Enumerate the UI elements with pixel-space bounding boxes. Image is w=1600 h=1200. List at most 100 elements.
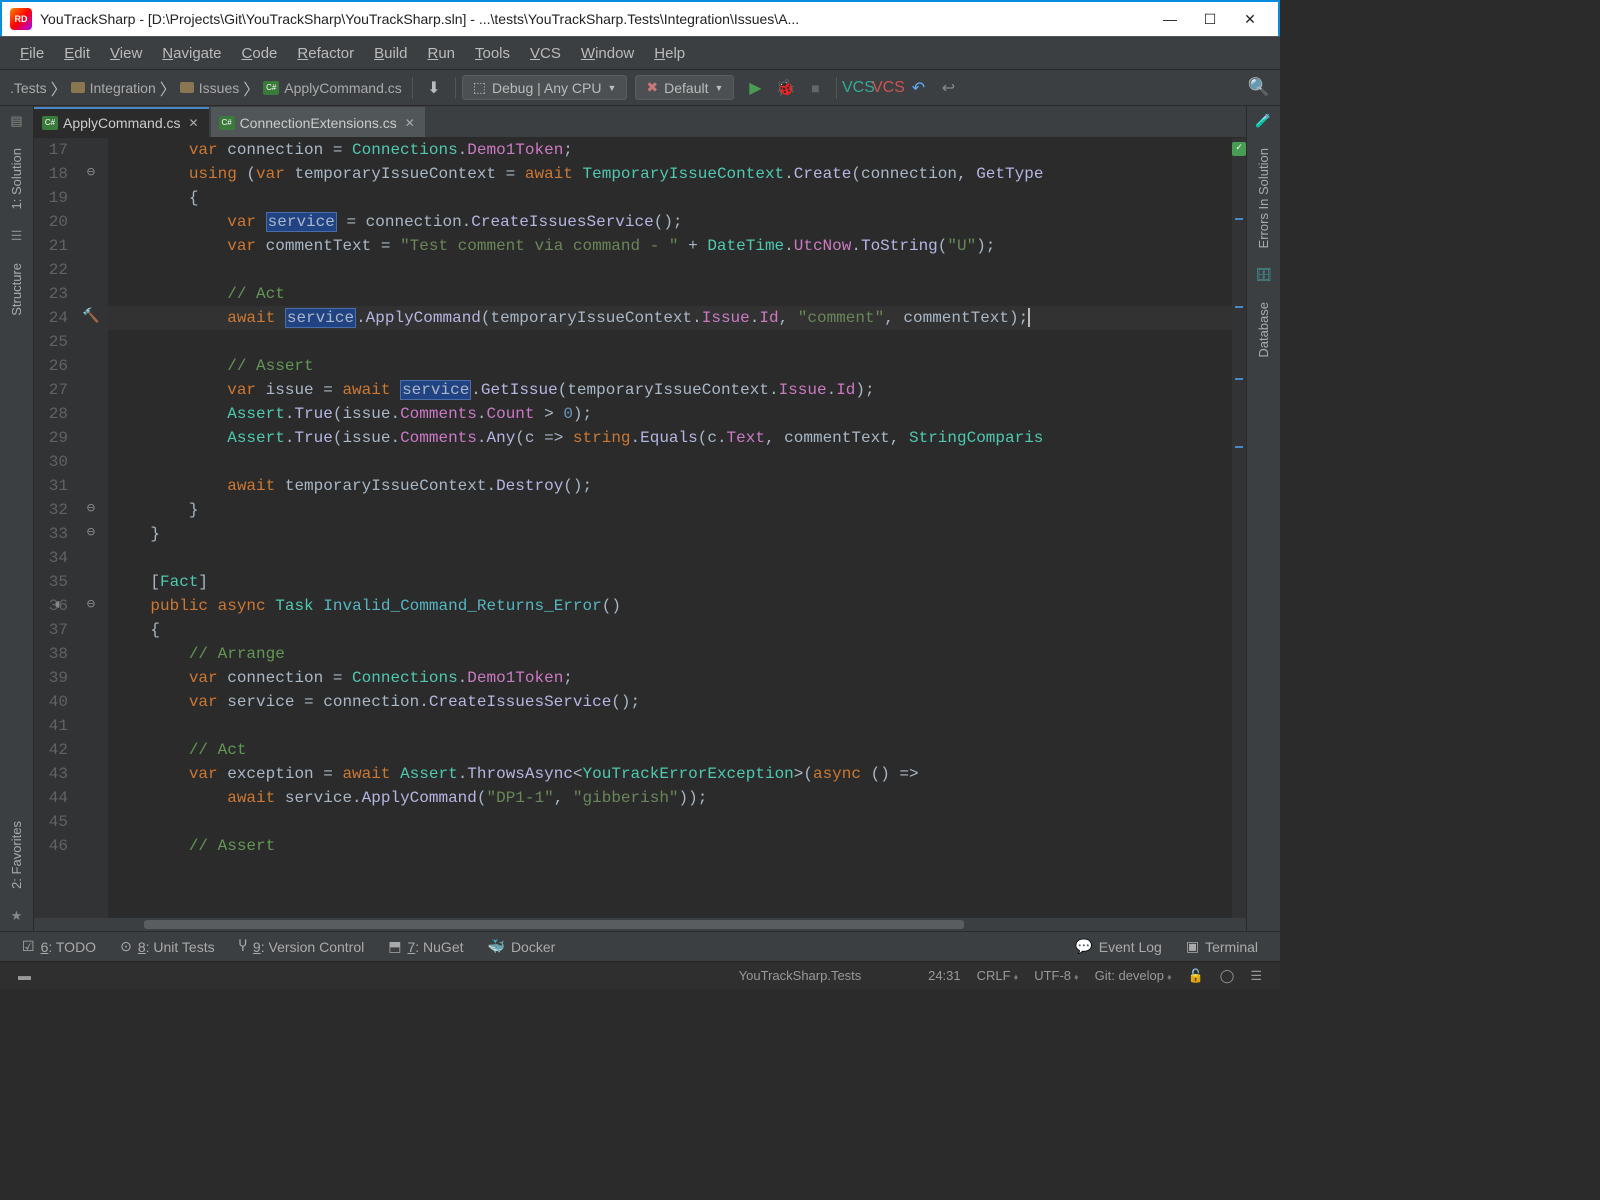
menu-code[interactable]: Code [232, 41, 288, 66]
status-position[interactable]: 24:31 [920, 968, 969, 983]
database-toolwin-icon[interactable]: 🗄 [1255, 266, 1273, 284]
close-tab-icon[interactable]: ✕ [189, 116, 199, 130]
structure-toolwin-icon[interactable]: ☰ [8, 227, 26, 245]
code-line[interactable]: var service = connection.CreateIssuesSer… [108, 690, 1232, 714]
line-number: 35 [34, 570, 68, 594]
horizontal-scrollbar[interactable] [34, 918, 1246, 931]
tool-windows-quick-access-icon[interactable]: ▬ [10, 968, 39, 983]
code-line[interactable]: // Act [108, 282, 1232, 306]
run-config-dropdown[interactable]: ✖Default▼ [635, 75, 734, 100]
toolwin-tab-6--todo[interactable]: ☑6: TODO [10, 938, 108, 955]
toolwin-tab-event-log[interactable]: 💬Event Log [1063, 938, 1174, 955]
toolwin-tab-docker[interactable]: 🐳Docker [476, 938, 568, 955]
status-line-ending[interactable]: CRLF♦ [969, 968, 1027, 983]
status-notifications-icon[interactable]: ☰ [1242, 968, 1270, 984]
status-lock-icon[interactable]: 🔓 [1180, 968, 1212, 984]
history-icon[interactable]: ↶ [905, 75, 931, 101]
fold-icon[interactable]: ⊖ [82, 596, 100, 614]
breadcrumb-issues[interactable]: Issues [176, 80, 243, 96]
close-tab-icon[interactable]: ✕ [405, 116, 415, 130]
code-line[interactable]: { [108, 186, 1232, 210]
code-line[interactable]: await service.ApplyCommand("DP1-1", "gib… [108, 786, 1232, 810]
status-progress-icon[interactable]: ◯ [1212, 968, 1243, 984]
code-line[interactable]: // Act [108, 738, 1232, 762]
code-line[interactable] [108, 330, 1232, 354]
breadcrumb--tests[interactable]: .Tests [6, 80, 51, 96]
code-line[interactable]: public async Task Invalid_Command_Return… [108, 594, 1232, 618]
code-line[interactable]: var service = connection.CreateIssuesSer… [108, 210, 1232, 234]
code-area[interactable]: 1718192021222324252627282930313233343536… [34, 138, 1246, 918]
minimize-button[interactable]: — [1150, 5, 1190, 33]
editor-tab-applycommand-cs[interactable]: C#ApplyCommand.cs✕ [34, 107, 209, 137]
code-line[interactable]: { [108, 618, 1232, 642]
close-button[interactable]: ✕ [1230, 5, 1270, 33]
toolwin-tab-8--unit-tests[interactable]: ⊙8: Unit Tests [108, 938, 227, 955]
code-line[interactable]: var exception = await Assert.ThrowsAsync… [108, 762, 1232, 786]
code-line[interactable] [108, 810, 1232, 834]
build-icon[interactable]: ⬇ [421, 75, 447, 101]
undo-icon[interactable]: ↩ [935, 75, 961, 101]
code-line[interactable]: var connection = Connections.Demo1Token; [108, 138, 1232, 162]
line-number: 44 [34, 786, 68, 810]
menu-refactor[interactable]: Refactor [287, 41, 364, 66]
error-stripe[interactable]: ✓ [1232, 138, 1246, 918]
code-line[interactable] [108, 546, 1232, 570]
code-line[interactable]: [Fact] [108, 570, 1232, 594]
menu-window[interactable]: Window [571, 41, 644, 66]
favorites-tab[interactable]: 2: Favorites [5, 809, 28, 901]
code-line[interactable] [108, 714, 1232, 738]
search-everywhere-icon[interactable]: 🔍 [1246, 75, 1272, 101]
errors-tab[interactable]: Errors In Solution [1252, 136, 1275, 260]
menu-vcs[interactable]: VCS [520, 41, 571, 66]
code-line[interactable]: Assert.True(issue.Comments.Any(c => stri… [108, 426, 1232, 450]
fold-icon[interactable]: ⊖ [82, 164, 100, 182]
fold-icon[interactable]: ⊖ [82, 524, 100, 542]
menu-edit[interactable]: Edit [54, 41, 100, 66]
status-git-branch[interactable]: Git: develop♦ [1087, 968, 1180, 983]
menu-build[interactable]: Build [364, 41, 417, 66]
favorites-icon[interactable]: ★ [8, 907, 26, 925]
code-line[interactable]: Assert.True(issue.Comments.Count > 0); [108, 402, 1232, 426]
code-line[interactable]: var issue = await service.GetIssue(tempo… [108, 378, 1232, 402]
build-marker-icon[interactable]: 🔨 [82, 308, 100, 326]
toolwin-tab-terminal[interactable]: ▣Terminal [1174, 938, 1270, 955]
breadcrumb-integration[interactable]: Integration [67, 80, 160, 96]
run-button[interactable]: ▶ [742, 75, 768, 101]
code-line[interactable]: // Assert [108, 834, 1232, 858]
code-line[interactable] [108, 450, 1232, 474]
code-line[interactable]: using (var temporaryIssueContext = await… [108, 162, 1232, 186]
status-encoding[interactable]: UTF-8♦ [1026, 968, 1086, 983]
database-tab[interactable]: Database [1252, 290, 1275, 370]
menu-tools[interactable]: Tools [465, 41, 520, 66]
code-line[interactable]: } [108, 498, 1232, 522]
code-line[interactable]: // Assert [108, 354, 1232, 378]
code-content[interactable]: var connection = Connections.Demo1Token;… [108, 138, 1232, 918]
solution-toolwin-icon[interactable]: ▤ [8, 112, 26, 130]
breadcrumb-applycommand-cs[interactable]: C#ApplyCommand.cs [259, 80, 406, 96]
code-line[interactable]: await temporaryIssueContext.Destroy(); [108, 474, 1232, 498]
vcs-commit-icon[interactable]: VCS [875, 75, 901, 101]
code-line[interactable]: var connection = Connections.Demo1Token; [108, 666, 1232, 690]
structure-tab[interactable]: Structure [5, 251, 28, 328]
fold-icon[interactable]: ⊖ [82, 500, 100, 518]
code-line[interactable]: } [108, 522, 1232, 546]
build-config-dropdown[interactable]: ⬚Debug | Any CPU▼ [462, 75, 628, 100]
code-line[interactable] [108, 258, 1232, 282]
errors-toolwin-icon[interactable]: 🧪 [1255, 112, 1273, 130]
vcs-update-icon[interactable]: VCS [845, 75, 871, 101]
menu-navigate[interactable]: Navigate [152, 41, 231, 66]
debug-button[interactable]: 🐞 [772, 75, 798, 101]
code-line[interactable]: // Arrange [108, 642, 1232, 666]
code-line[interactable]: await service.ApplyCommand(temporaryIssu… [108, 306, 1232, 330]
menu-run[interactable]: Run [417, 41, 465, 66]
toolwin-tab-7--nuget[interactable]: ⬒7: NuGet [376, 938, 475, 955]
maximize-button[interactable]: ☐ [1190, 5, 1230, 33]
toolwin-tab-9--version-control[interactable]: Ⴤ9: Version Control [227, 938, 377, 955]
menu-help[interactable]: Help [644, 41, 695, 66]
solution-tab[interactable]: 1: Solution [5, 136, 28, 221]
menu-view[interactable]: View [100, 41, 152, 66]
code-line[interactable]: var commentText = "Test comment via comm… [108, 234, 1232, 258]
stop-button[interactable]: ■ [802, 75, 828, 101]
menu-file[interactable]: File [10, 41, 54, 66]
editor-tab-connectionextensions-cs[interactable]: C#ConnectionExtensions.cs✕ [211, 107, 425, 137]
